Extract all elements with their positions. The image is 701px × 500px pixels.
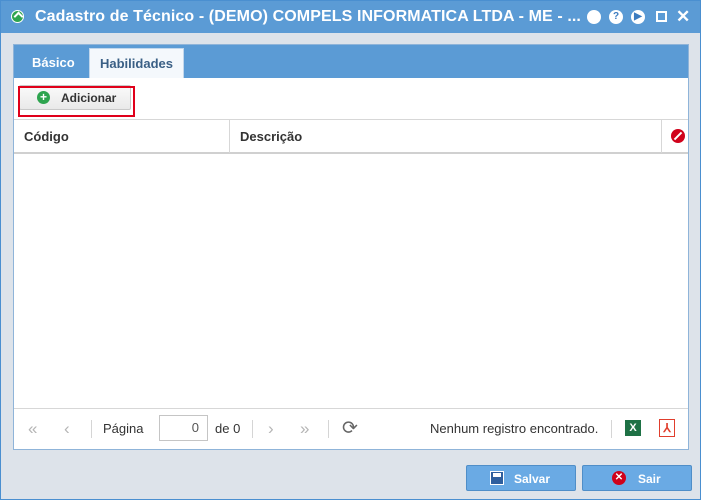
grid-header: Código Descrição — [14, 119, 688, 154]
pager-divider — [252, 420, 253, 438]
tab-strip: Básico Habilidades — [14, 45, 688, 78]
help-icon[interactable]: ? — [609, 10, 623, 24]
maximize-icon[interactable] — [656, 11, 667, 22]
exit-button-label: Sair — [638, 472, 661, 486]
excel-export-icon[interactable]: X — [625, 420, 641, 436]
column-header-codigo[interactable]: Código — [24, 129, 69, 144]
tab-habilidades[interactable]: Habilidades — [89, 48, 184, 78]
window-title: Cadastro de Técnico - (DEMO) COMPELS INF… — [35, 8, 581, 25]
pager-divider — [91, 420, 92, 438]
add-record-icon — [11, 10, 24, 23]
prev-page-icon[interactable]: ‹ — [64, 419, 70, 439]
next-page-icon[interactable]: › — [268, 419, 274, 439]
play-icon[interactable]: ▶ — [631, 10, 645, 24]
footer: Salvar ✕ Sair — [1, 456, 700, 499]
page-count-label: de 0 — [215, 421, 241, 436]
title-bar[interactable]: Cadastro de Técnico - (DEMO) COMPELS INF… — [1, 1, 700, 33]
save-icon — [490, 471, 504, 485]
edit-icon[interactable] — [671, 129, 685, 143]
highlight-box — [18, 86, 135, 117]
page-input[interactable]: 0 — [159, 415, 208, 441]
first-page-icon[interactable]: « — [28, 419, 37, 439]
exit-icon: ✕ — [612, 471, 626, 485]
exit-button[interactable]: ✕ Sair — [582, 465, 692, 491]
status-text: Nenhum registro encontrado. — [430, 421, 599, 436]
minimize-icon[interactable] — [587, 10, 601, 24]
column-divider[interactable] — [229, 120, 230, 153]
close-icon[interactable]: ✕ — [676, 7, 690, 27]
save-button[interactable]: Salvar — [466, 465, 576, 491]
tab-basico[interactable]: Básico — [22, 48, 85, 78]
column-header-descricao[interactable]: Descrição — [240, 129, 302, 144]
last-page-icon[interactable]: » — [300, 419, 309, 439]
pdf-export-icon[interactable]: ⅄ — [659, 419, 675, 437]
column-divider[interactable] — [661, 120, 662, 153]
pager: « ‹ Página 0 de 0 › » ⟳ Nenhum registro … — [14, 408, 688, 449]
pager-divider — [611, 420, 612, 438]
page-label: Página — [103, 421, 144, 436]
refresh-icon[interactable]: ⟳ — [342, 417, 358, 440]
save-button-label: Salvar — [514, 472, 551, 486]
content-panel: Básico Habilidades + Adicionar Código De… — [13, 44, 689, 450]
grid-body — [14, 154, 688, 408]
pager-divider — [328, 420, 329, 438]
dialog-window: Cadastro de Técnico - (DEMO) COMPELS INF… — [0, 0, 701, 500]
